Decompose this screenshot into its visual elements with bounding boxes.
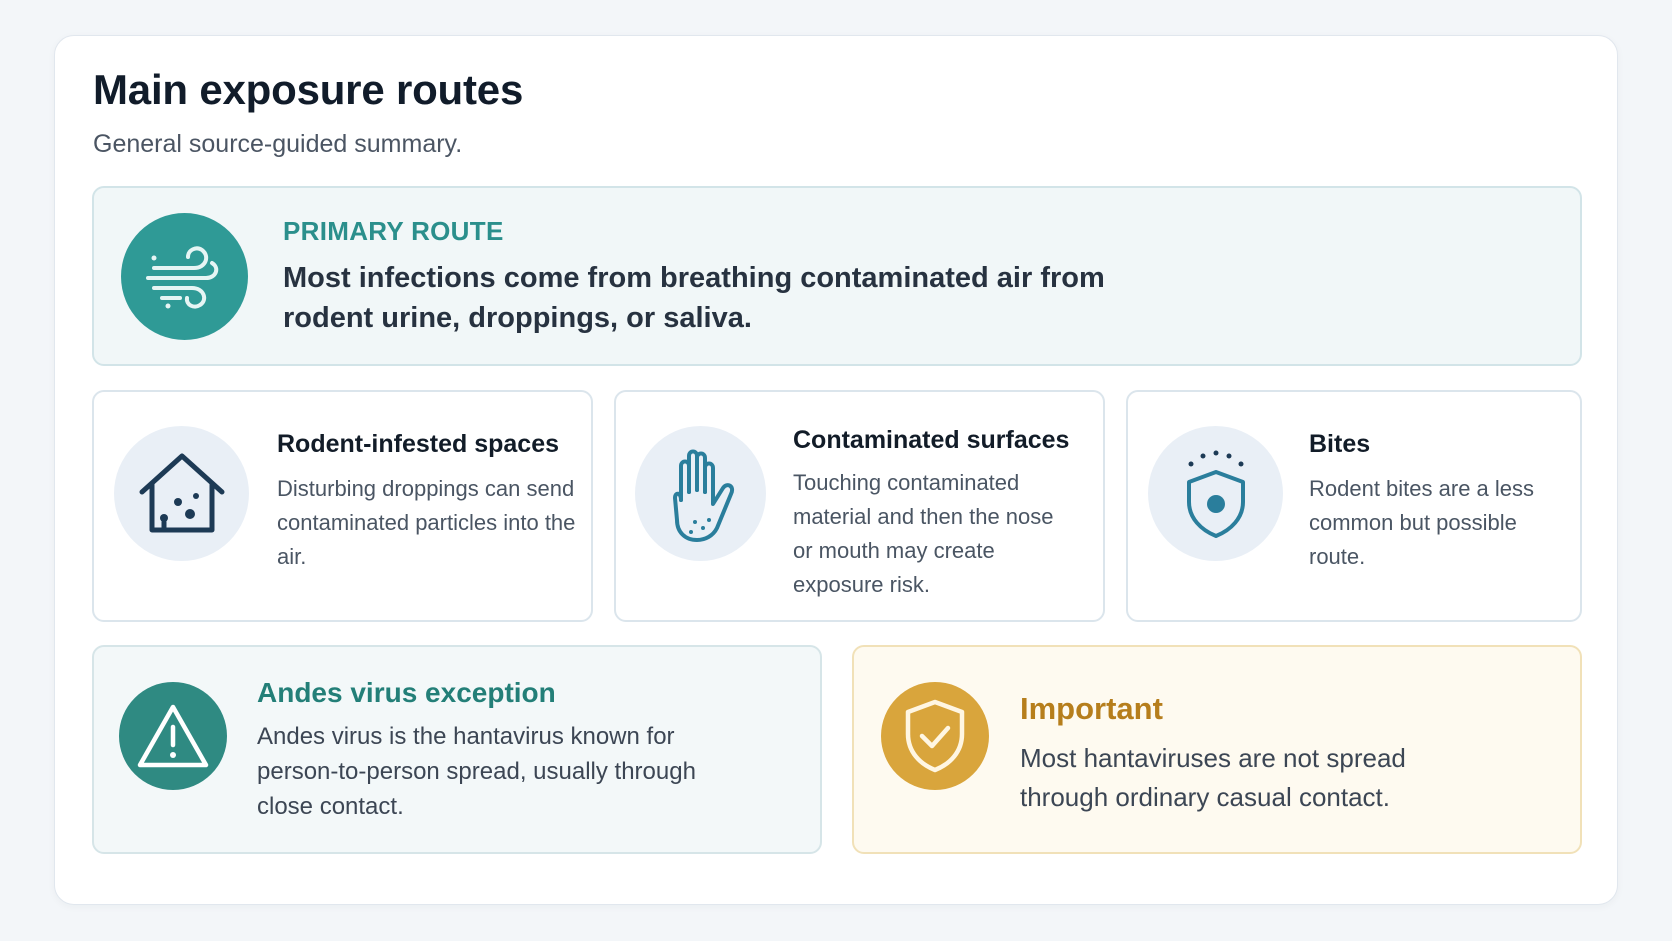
route-card-contaminated-surfaces: Contaminated surfaces Touching contamina… — [614, 390, 1105, 622]
andes-exception-card: Andes virus exception Andes virus is the… — [92, 645, 822, 854]
wind-icon — [121, 213, 248, 340]
route-card-rodent-spaces: Rodent-infested spaces Disturbing droppi… — [92, 390, 593, 622]
route-title: Contaminated surfaces — [793, 426, 1070, 454]
route-title: Rodent-infested spaces — [277, 430, 560, 458]
primary-route-card: PRIMARY ROUTE Most infections come from … — [92, 186, 1582, 366]
page-subtitle: General source-guided summary. — [93, 130, 463, 158]
route-text: Rodent bites are a less common but possi… — [1309, 476, 1535, 569]
warning-icon — [119, 682, 227, 790]
andes-text: Andes virus is the hantavirus known for … — [257, 723, 696, 820]
primary-route-label: PRIMARY ROUTE — [283, 216, 504, 246]
primary-route-text: Most infections come from breathing cont… — [283, 262, 1105, 334]
important-card: Important Most hantaviruses are not spre… — [852, 645, 1582, 854]
andes-title: Andes virus exception — [257, 677, 556, 708]
house-icon — [114, 426, 249, 561]
page-title: Main exposure routes — [93, 66, 524, 113]
route-text: Touching contaminated material and then … — [793, 470, 1054, 597]
hand-icon — [635, 426, 766, 561]
important-title: Important — [1020, 691, 1163, 726]
shield-check-icon — [881, 682, 989, 790]
shield-icon — [1148, 426, 1283, 561]
route-text: Disturbing droppings can send contaminat… — [277, 476, 576, 569]
important-text: Most hantaviruses are not spread through… — [1020, 743, 1406, 812]
route-title: Bites — [1309, 430, 1371, 458]
route-card-bites: Bites Rodent bites are a less common but… — [1126, 390, 1582, 622]
